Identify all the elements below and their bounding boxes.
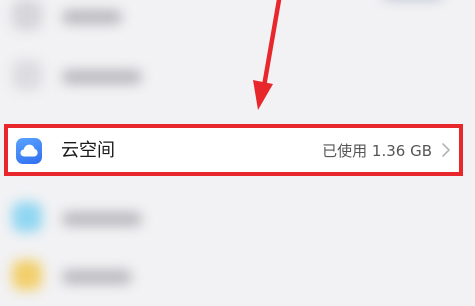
red-arrow-icon bbox=[253, 0, 282, 110]
